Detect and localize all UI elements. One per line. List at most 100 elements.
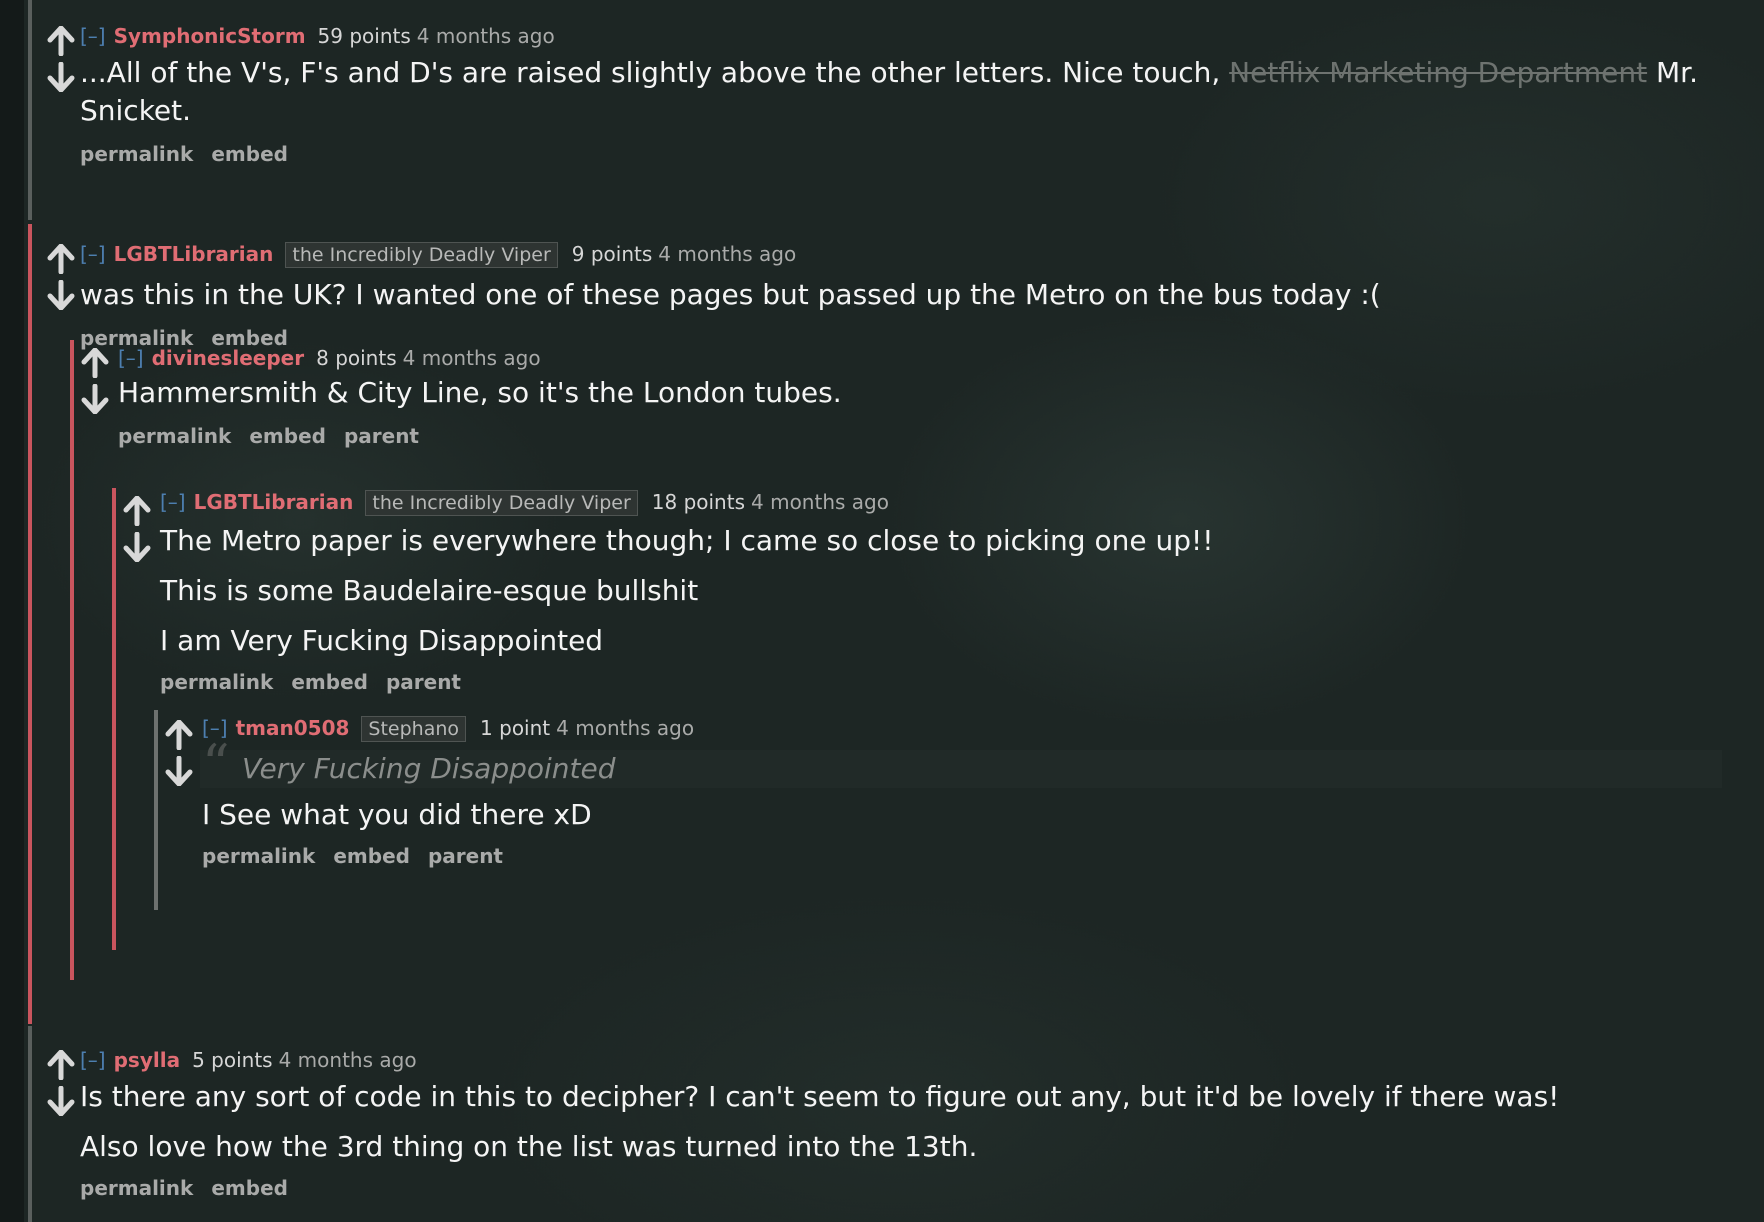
upvote-arrow-icon[interactable] (80, 348, 110, 378)
comment-score: 8 points (316, 346, 397, 370)
comment-score: 1 point (480, 716, 551, 740)
parent-link[interactable]: parent (428, 844, 503, 868)
comment-tagline: [–] LGBTLibrarian the Incredibly Deadly Vi… (160, 488, 1752, 516)
comment-actions: permalink embed (80, 1176, 1764, 1200)
comment-author[interactable]: tman0508 (236, 716, 350, 740)
comment-author[interactable]: LGBTLibrarian (114, 242, 274, 266)
upvote-arrow-icon[interactable] (164, 720, 194, 750)
collapse-toggle[interactable]: [–] (118, 346, 144, 370)
quote-icon: “ (202, 733, 230, 796)
comment-paragraph: I am Very Fucking Disappointed (160, 624, 604, 657)
comment-score: 59 points (317, 24, 411, 48)
comment-author[interactable]: SymphonicStorm (114, 24, 306, 48)
embed-link[interactable]: embed (211, 1176, 288, 1200)
parent-link[interactable]: parent (344, 424, 419, 448)
thread-line (70, 340, 74, 980)
embed-link[interactable]: embed (291, 670, 368, 694)
downvote-arrow-icon[interactable] (46, 1086, 76, 1116)
thread-line (112, 488, 116, 950)
permalink-link[interactable]: permalink (80, 1176, 193, 1200)
reply: [–] tman0508 Stephano 1 point 4 months ago “… (154, 710, 1744, 910)
comment-body: ...All of the V's, F's and D's are raise… (80, 54, 1764, 130)
comment-actions: permalink embed parent (202, 844, 1744, 868)
comment-author[interactable]: divinesleeper (152, 346, 305, 370)
comment-body: I See what you did there xD (202, 796, 1744, 834)
comment-author[interactable]: psylla (114, 1048, 180, 1072)
comment: [–] psylla 5 points 4 months ago Is there a… (32, 1026, 1764, 1200)
blockquote: “Very Fucking Disappointed (200, 738, 1722, 792)
quote-text: Very Fucking Disappointed (242, 752, 616, 785)
downvote-arrow-icon[interactable] (164, 756, 194, 786)
comment-body: The Metro paper is everywhere though; I … (160, 522, 1752, 660)
comment-body: Is there any sort of code in this to dec… (80, 1078, 1764, 1166)
comment-actions: permalink embed parent (160, 670, 1752, 694)
user-flair: the Incredibly Deadly Viper (285, 242, 558, 268)
comment-text: I See what you did there xD (202, 798, 592, 831)
comment: [–] LGBTLibrarian the Incredibly Deadly Vi… (32, 224, 1764, 350)
vote-arrows (46, 244, 76, 316)
reply: [–] LGBTLibrarian the Incredibly Deadly Vi… (112, 488, 1752, 950)
comment-thread: [–] SymphonicStorm 59 points 4 months ago .… (28, 0, 1764, 220)
collapse-toggle[interactable]: [–] (80, 1048, 106, 1072)
comment-tagline: [–] SymphonicStorm 59 points 4 months ago (80, 22, 1764, 48)
struck-text: Netflix Marketing Department (1229, 56, 1648, 89)
comment-tagline: [–] psylla 5 points 4 months ago (80, 1046, 1764, 1072)
comment-text: ...All of the V's, F's and D's are raise… (80, 56, 1230, 89)
comment-age: 4 months ago (278, 1048, 417, 1072)
vote-arrows (80, 348, 110, 420)
vote-arrows (46, 26, 76, 98)
downvote-arrow-icon[interactable] (46, 280, 76, 310)
page-edge-bar (0, 0, 24, 1222)
comment-text: Hammersmith & City Line, so it's the Lon… (118, 376, 842, 409)
embed-link[interactable]: embed (211, 142, 288, 166)
comment-body: was this in the UK? I wanted one of thes… (80, 276, 1764, 314)
comment-score: 18 points (651, 490, 745, 514)
permalink-link[interactable]: permalink (160, 670, 273, 694)
permalink-link[interactable]: permalink (118, 424, 231, 448)
thread-line (154, 710, 158, 910)
comment-tagline: [–] divinesleeper 8 points 4 months ago (118, 344, 1760, 370)
comment-score: 9 points (571, 242, 653, 266)
comment-tagline: [–] tman0508 Stephano 1 point 4 months ago (202, 714, 1744, 742)
vote-arrows (164, 720, 194, 792)
embed-link[interactable]: embed (333, 844, 410, 868)
comment-tagline: [–] LGBTLibrarian the Incredibly Deadly Vi… (80, 240, 1764, 268)
comment-paragraph: Is there any sort of code in this to dec… (80, 1080, 1560, 1113)
comment-actions: permalink embed parent (118, 424, 1760, 448)
embed-link[interactable]: embed (249, 424, 326, 448)
comment-age: 4 months ago (402, 346, 541, 370)
comment-actions: permalink embed (80, 142, 1764, 166)
downvote-arrow-icon[interactable] (122, 532, 152, 562)
comment-body: Hammersmith & City Line, so it's the Lon… (118, 374, 1760, 412)
upvote-arrow-icon[interactable] (46, 1050, 76, 1080)
downvote-arrow-icon[interactable] (46, 62, 76, 92)
comment-age: 4 months ago (751, 490, 889, 514)
reply: [–] divinesleeper 8 points 4 months ago Ham… (70, 340, 1760, 980)
upvote-arrow-icon[interactable] (122, 496, 152, 526)
comment-paragraph: Also love how the 3rd thing on the list … (80, 1130, 978, 1163)
comment-text: was this in the UK? I wanted one of thes… (80, 278, 1381, 311)
collapse-toggle[interactable]: [–] (160, 490, 186, 514)
permalink-link[interactable]: permalink (80, 142, 193, 166)
permalink-link[interactable]: permalink (202, 844, 315, 868)
upvote-arrow-icon[interactable] (46, 244, 76, 274)
comment-thread: [–] LGBTLibrarian the Incredibly Deadly Vi… (28, 224, 1764, 1024)
collapse-toggle[interactable]: [–] (80, 24, 106, 48)
comment-age: 4 months ago (658, 242, 797, 266)
comment-author[interactable]: LGBTLibrarian (194, 490, 354, 514)
comment-paragraph: The Metro paper is everywhere though; I … (160, 524, 1214, 557)
comment-age: 4 months ago (556, 716, 695, 740)
user-flair: Stephano (361, 716, 467, 742)
comment-score: 5 points (192, 1048, 273, 1072)
collapse-toggle[interactable]: [–] (80, 242, 106, 266)
comment-age: 4 months ago (416, 24, 555, 48)
vote-arrows (122, 496, 152, 568)
parent-link[interactable]: parent (386, 670, 461, 694)
vote-arrows (46, 1050, 76, 1122)
downvote-arrow-icon[interactable] (80, 384, 110, 414)
user-flair: the Incredibly Deadly Viper (365, 490, 638, 516)
comment-thread: [–] psylla 5 points 4 months ago Is there a… (28, 1026, 1764, 1222)
comment-paragraph: This is some Baudelaire-esque bullshit (160, 574, 699, 607)
comment: [–] SymphonicStorm 59 points 4 months ago .… (32, 0, 1764, 166)
upvote-arrow-icon[interactable] (46, 26, 76, 56)
